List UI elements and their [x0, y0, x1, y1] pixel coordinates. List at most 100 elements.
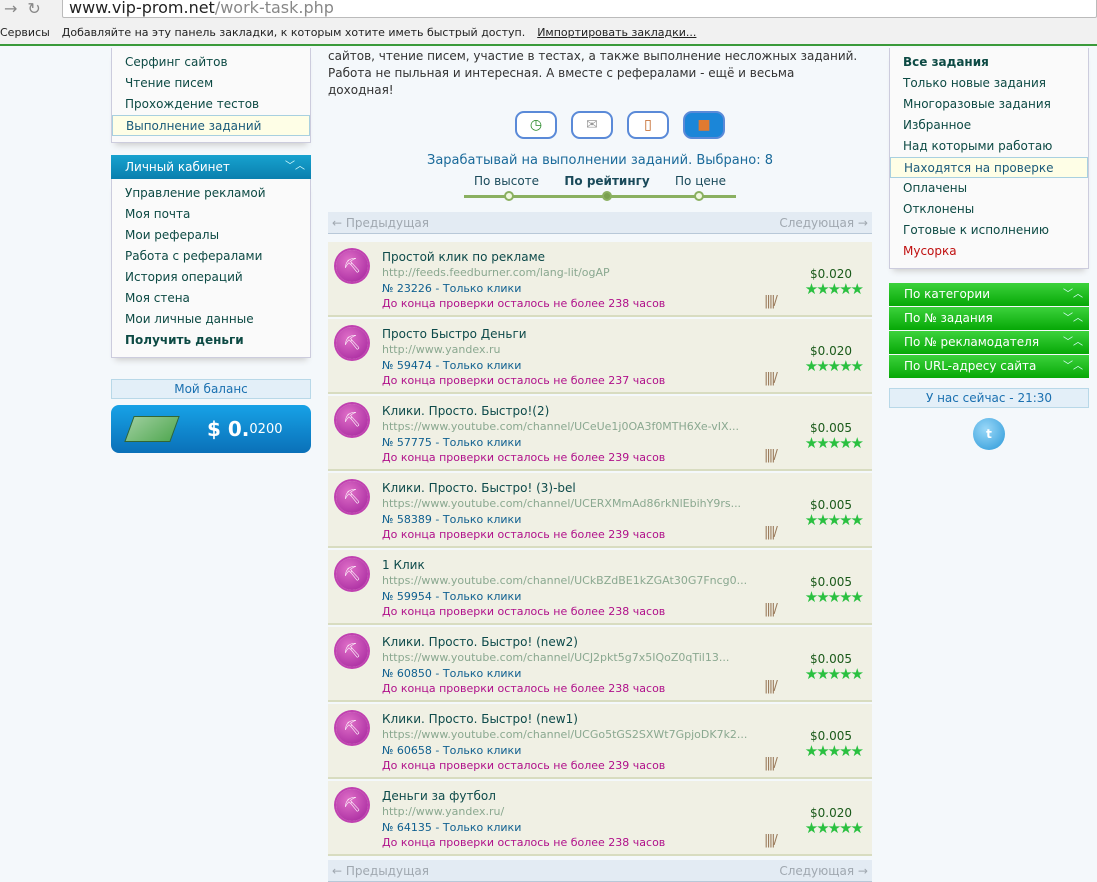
import-bookmarks-link[interactable]: Импортировать закладки... [537, 26, 696, 39]
chevron-toggle-icon[interactable]: ﹀︿ [1063, 355, 1083, 378]
menu-tests[interactable]: Прохождение тестов [112, 94, 310, 115]
menu-referral-work[interactable]: Работа с рефералами [112, 246, 310, 267]
menu-my-referrals[interactable]: Мои рефералы [112, 225, 310, 246]
filter-under-review[interactable]: Находятся на проверке [890, 157, 1088, 178]
chevron-toggle-icon[interactable]: ﹀︿ [1063, 283, 1083, 306]
menu-tasks[interactable]: Выполнение заданий [112, 115, 310, 136]
reload-icon[interactable]: ↻ [27, 0, 40, 18]
menu-ad-management[interactable]: Управление рекламой [112, 183, 310, 204]
filter-ready[interactable]: Готовые к исполнению [890, 220, 1088, 241]
task-title[interactable]: Простой клик по рекламе [382, 250, 545, 264]
search-by-task-id[interactable]: По № задания ﹀︿ [889, 307, 1089, 330]
task-url: https://www.youtube.com/channel/UCeUe1j0… [382, 420, 740, 433]
prev-page-link[interactable]: ← Предыдущая [332, 216, 429, 230]
mail-icon-button[interactable]: ✉ [571, 111, 613, 139]
filter-all[interactable]: Все задания [890, 52, 1088, 73]
search-by-url[interactable]: По URL-адресу сайта ﹀︿ [889, 355, 1089, 378]
task-row[interactable]: ⛏ Клики. Просто. Быстро! (new2) https://… [328, 627, 872, 702]
next-page-link[interactable]: Следующая → [779, 864, 868, 878]
task-deadline: До конца проверки осталось не более 239 … [382, 451, 666, 464]
filter-reusable[interactable]: Многоразовые задания [890, 94, 1088, 115]
task-row[interactable]: ⛏ Просто Быстро Деньги http://www.yandex… [328, 319, 872, 394]
task-title[interactable]: Просто Быстро Деньги [382, 327, 527, 341]
filter-new[interactable]: Только новые задания [890, 73, 1088, 94]
chevron-toggle-icon[interactable]: ﹀︿ [285, 155, 305, 179]
task-id: № 23226 - Только клики [382, 282, 522, 295]
forward-icon[interactable]: → [4, 0, 17, 18]
task-title[interactable]: Клики. Просто. Быстро! (new2) [382, 635, 578, 649]
earn-menu: Серфинг сайтов Чтение писем Прохождение … [111, 48, 311, 143]
sort-dot-rating[interactable] [602, 191, 612, 201]
menu-my-wall[interactable]: Моя стена [112, 288, 310, 309]
task-id: № 60658 - Только клики [382, 744, 522, 757]
filter-working[interactable]: Над которыми работаю [890, 136, 1088, 157]
menu-personal-data[interactable]: Мои личные данные [112, 309, 310, 330]
rating-stars: ★★★★★ [804, 280, 864, 298]
tasks-headline: Зарабатывай на выполнении заданий. Выбра… [426, 153, 773, 168]
tally-icon: ||||/ [764, 294, 778, 309]
bookmark-services[interactable]: Сервисы [0, 26, 50, 39]
rating-stars: ★★★★★ [804, 434, 864, 452]
task-price: $0.020 [810, 267, 852, 281]
search-panels: По категории ﹀︿ По № задания ﹀︿ По № рекла… [889, 283, 1089, 378]
cabinet-header[interactable]: Личный кабинет ﹀︿ [111, 155, 311, 179]
sort-dot-price[interactable] [694, 191, 704, 201]
task-title[interactable]: Клики. Просто. Быстро!(2) [382, 404, 549, 418]
task-price: $0.020 [810, 806, 852, 820]
tally-icon: ||||/ [764, 602, 778, 617]
chevron-toggle-icon[interactable]: ﹀︿ [1063, 331, 1083, 354]
task-title[interactable]: 1 Клик [382, 558, 425, 572]
surfing-icon-button[interactable]: ◷ [515, 111, 557, 139]
task-row[interactable]: ⛏ Клики. Просто. Быстро!(2) https://www.… [328, 396, 872, 471]
chevron-toggle-icon[interactable]: ﹀︿ [1063, 307, 1083, 330]
menu-mail-reading[interactable]: Чтение писем [112, 73, 310, 94]
main-content: сайтов, чтение писем, участие в тестах, … [328, 48, 872, 882]
tests-icon-button[interactable]: ▯ [627, 111, 669, 139]
task-title[interactable]: Клики. Просто. Быстро! (new1) [382, 712, 578, 726]
task-title[interactable]: Клики. Просто. Быстро! (3)-bel [382, 481, 576, 495]
task-deadline: До конца проверки осталось не более 239 … [382, 759, 666, 772]
menu-surfing[interactable]: Серфинг сайтов [112, 52, 310, 73]
task-url: https://www.youtube.com/channel/UCkBZdBE… [382, 574, 748, 587]
task-row[interactable]: ⛏ Клики. Просто. Быстро! (3)-bel https:/… [328, 473, 872, 548]
task-row[interactable]: ⛏ 1 Клик https://www.youtube.com/channel… [328, 550, 872, 625]
balance-box: $ 0. 0200 [111, 405, 311, 453]
task-id: № 57775 - Только клики [382, 436, 522, 449]
next-page-link[interactable]: Следующая → [779, 216, 868, 230]
task-deadline: До конца проверки осталось не более 239 … [382, 528, 666, 541]
cabinet-menu: Управление рекламой Моя почта Мои рефера… [111, 179, 311, 358]
menu-history[interactable]: История операций [112, 267, 310, 288]
tasks-icon-button[interactable]: ■ [683, 111, 725, 139]
menu-my-mail[interactable]: Моя почта [112, 204, 310, 225]
address-bar[interactable]: www.vip-prom.net/work-task.php [62, 0, 1097, 18]
task-url: https://www.youtube.com/channel/UCJ2pkt5… [382, 651, 730, 664]
worker-icon: ⛏ [336, 712, 368, 744]
rating-stars: ★★★★★ [804, 665, 864, 683]
search-label: По № рекламодателя [904, 335, 1040, 349]
twitter-icon[interactable]: t [973, 418, 1005, 450]
rating-stars: ★★★★★ [804, 511, 864, 529]
task-row[interactable]: ⛏ Простой клик по рекламе http://feeds.f… [328, 242, 872, 317]
task-url: http://www.yandex.ru/ [382, 805, 505, 818]
worker-icon: ⛏ [336, 789, 368, 821]
search-by-category[interactable]: По категории ﹀︿ [889, 283, 1089, 306]
menu-withdraw[interactable]: Получить деньги [112, 330, 310, 351]
tally-icon: ||||/ [764, 679, 778, 694]
search-by-advertiser-id[interactable]: По № рекламодателя ﹀︿ [889, 331, 1089, 354]
task-title[interactable]: Деньги за футбол [382, 789, 496, 803]
task-deadline: До конца проверки осталось не более 237 … [382, 374, 666, 387]
filter-rejected[interactable]: Отклонены [890, 199, 1088, 220]
prev-page-link[interactable]: ← Предыдущая [332, 864, 429, 878]
task-id: № 59474 - Только клики [382, 359, 522, 372]
bookmarks-hint: Добавляйте на эту панель закладки, к кот… [61, 25, 526, 39]
filter-paid[interactable]: Оплачены [890, 178, 1088, 199]
filter-favorites[interactable]: Избранное [890, 115, 1088, 136]
task-row[interactable]: ⛏ Клики. Просто. Быстро! (new1) https://… [328, 704, 872, 779]
url-path: /work-task.php [214, 0, 334, 17]
browser-chrome: → ↻ www.vip-prom.net/work-task.php Сервис… [0, 0, 1097, 46]
money-icon [124, 416, 180, 442]
sort-dot-height[interactable] [504, 191, 514, 201]
search-label: По категории [904, 287, 991, 301]
task-row[interactable]: ⛏ Деньги за футбол http://www.yandex.ru/… [328, 781, 872, 856]
filter-trash[interactable]: Мусорка [890, 241, 1088, 262]
